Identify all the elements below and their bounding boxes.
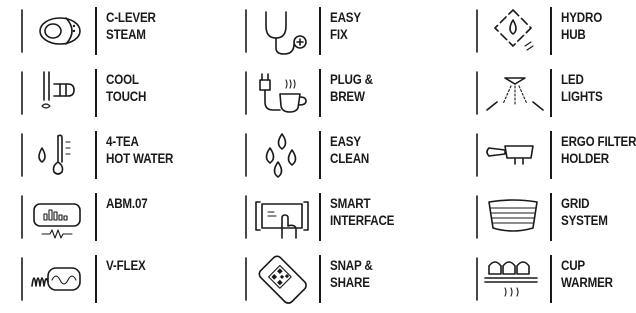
feature-label: ERGO FILTER HOLDER	[561, 134, 636, 166]
divider	[550, 69, 552, 117]
divider	[95, 7, 97, 55]
abm-display-icon	[20, 190, 90, 244]
filter-grid-icon	[475, 190, 545, 244]
feature-easy-fix: EASY FIX	[224, 0, 436, 62]
divider	[319, 255, 321, 303]
cool-touch-icon	[20, 66, 90, 120]
divider	[550, 193, 552, 241]
feature-label: SNAP & SHARE	[330, 258, 373, 290]
feature-label: HYDRO HUB	[561, 10, 603, 42]
plug-cup-icon	[244, 66, 314, 120]
water-drops-icon	[244, 128, 314, 182]
steam-lever-icon	[20, 4, 90, 58]
feature-label: EASY FIX	[330, 10, 361, 42]
feature-label: LED LIGHTS	[561, 72, 603, 104]
feature-abm07: ABM.07	[0, 186, 212, 248]
feature-hydro-hub: HYDRO HUB	[455, 0, 636, 62]
divider	[550, 7, 552, 55]
stethoscope-icon	[244, 4, 314, 58]
feature-cup-warmer: CUP WARMER	[455, 248, 636, 310]
feature-label: SMART INTERFACE	[330, 196, 395, 228]
divider	[319, 193, 321, 241]
feature-grid-system: GRID SYSTEM	[455, 186, 636, 248]
divider	[319, 7, 321, 55]
feature-label: COOL TOUCH	[106, 72, 147, 104]
divider	[95, 255, 97, 303]
feature-label: C-LEVER STEAM	[106, 10, 156, 42]
feature-c-lever-steam: C-LEVER STEAM	[0, 0, 212, 62]
divider	[95, 131, 97, 179]
divider	[95, 193, 97, 241]
feature-v-flex: V-FLEX	[0, 248, 212, 310]
feature-plug-brew: PLUG & BREW	[224, 62, 436, 124]
feature-label: GRID SYSTEM	[561, 196, 608, 228]
feature-ergo-filter-holder: ERGO FILTER HOLDER	[455, 124, 636, 186]
feature-label: EASY CLEAN	[330, 134, 370, 166]
feature-led-lights: LED LIGHTS	[455, 62, 636, 124]
led-lamp-icon	[475, 66, 545, 120]
feature-label: 4-TEA HOT WATER	[106, 134, 174, 166]
cup-warmer-icon	[475, 252, 545, 306]
feature-snap-share: SNAP & SHARE	[224, 248, 436, 310]
feature-label: ABM.07	[106, 196, 148, 211]
portafilter-icon	[475, 128, 545, 182]
feature-grid: C-LEVER STEAM EASY FIX HYDRO HUB COOL TO…	[0, 0, 636, 313]
divider	[95, 69, 97, 117]
feature-4-tea-hot-water: 4-TEA HOT WATER	[0, 124, 212, 186]
divider	[550, 131, 552, 179]
divider	[319, 131, 321, 179]
divider	[550, 255, 552, 303]
hydro-hub-icon	[475, 4, 545, 58]
feature-easy-clean: EASY CLEAN	[224, 124, 436, 186]
feature-smart-interface: SMART INTERFACE	[224, 186, 436, 248]
feature-cool-touch: COOL TOUCH	[0, 62, 212, 124]
touch-screen-icon	[244, 190, 314, 244]
feature-label: V-FLEX	[106, 258, 146, 273]
divider	[319, 69, 321, 117]
feature-label: CUP WARMER	[561, 258, 613, 290]
pressure-wave-icon	[20, 252, 90, 306]
drop-thermometer-icon	[20, 128, 90, 182]
feature-label: PLUG & BREW	[330, 72, 373, 104]
smartphone-qr-icon	[244, 252, 314, 306]
